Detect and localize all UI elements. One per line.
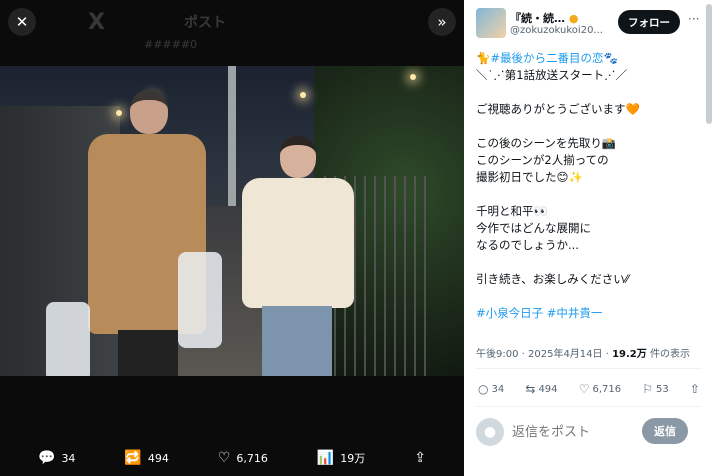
like-icon: ♡ <box>578 382 590 396</box>
reply-input[interactable] <box>512 422 642 442</box>
reply-composer: ● 返信 <box>476 414 702 450</box>
double-chevron-right-icon: » <box>437 13 447 31</box>
author-handle[interactable]: @zokuzokukoi20... <box>510 25 606 36</box>
post-line: ＼˙⋰第1話放送スタート⋰／ <box>476 68 628 82</box>
like-icon: ♡ <box>217 450 231 466</box>
user-avatar: ● <box>476 418 504 446</box>
media-viewer: X ポスト #####0 ✕ » 💬 34 🔁 494 ♡ 6,716 📊 19… <box>0 0 464 476</box>
close-button[interactable]: ✕ <box>8 8 36 36</box>
divider <box>476 406 702 407</box>
like-button[interactable]: ♡ 6,716 <box>579 382 621 396</box>
post-detail-panel: 『続・続… ● @zokuzokukoi20... フォロー ··· 🐈#最後か… <box>464 0 714 476</box>
post-line <box>476 118 704 135</box>
post-line: なるのでしょうか... <box>476 238 579 252</box>
media-share-button[interactable]: ⇪ <box>414 450 426 466</box>
reply-submit-button[interactable]: 返信 <box>642 418 688 444</box>
view-count: 19.2万 <box>612 349 647 360</box>
post-author: 『続・続… ● @zokuzokukoi20... フォロー ··· <box>476 8 702 42</box>
post-line: 今作ではどんな展開に <box>476 221 591 235</box>
reply-button[interactable]: ○ 34 <box>478 382 504 396</box>
photo-streetlight <box>300 92 306 98</box>
reply-count: 34 <box>61 451 76 465</box>
photo-woman-figure <box>238 136 358 376</box>
photo-pole <box>228 66 236 206</box>
post-timestamp[interactable]: 午後9:00 · 2025年4月14日 · <box>476 349 612 360</box>
background-post-header: X ポスト #####0 <box>88 6 388 66</box>
post-line: このシーンが2人揃っての <box>476 153 609 167</box>
author-name[interactable]: 『続・続… ● <box>510 10 578 26</box>
post-line <box>476 288 704 305</box>
post-line: この後のシーンを先取り📸 <box>476 136 617 150</box>
author-avatar[interactable] <box>476 8 506 38</box>
post-line: 千明と和平👀 <box>476 204 548 218</box>
bookmark-button[interactable]: ⚐ 53 <box>642 382 669 396</box>
photo-shopping-bag <box>46 302 90 376</box>
expand-panel-button[interactable]: » <box>428 8 456 36</box>
verified-badge-icon: ● <box>568 12 579 25</box>
retweet-icon: ⇆ <box>525 382 536 396</box>
post-line: 引き続き、お楽しみください⁄⁄ <box>476 272 629 286</box>
share-icon: ⇧ <box>689 382 700 396</box>
reply-icon: ○ <box>478 382 489 396</box>
post-line: 撮影初日でした😊✨ <box>476 170 583 184</box>
post-line <box>476 84 704 101</box>
media-retweet-button[interactable]: 🔁 494 <box>124 450 168 466</box>
background-subtitle: #####0 <box>144 38 198 51</box>
retweet-icon: 🔁 <box>124 450 142 466</box>
share-icon: ⇪ <box>414 450 426 466</box>
media-views-button[interactable]: 📊 19万 <box>317 450 365 466</box>
reply-icon: 💬 <box>38 450 56 466</box>
media-like-button[interactable]: ♡ 6,716 <box>218 450 268 466</box>
post-photo[interactable] <box>0 66 464 376</box>
post-line: ご視聴ありがとうございます🧡 <box>476 102 640 116</box>
bookmark-count: 53 <box>656 383 669 395</box>
more-options-icon[interactable]: ··· <box>688 12 699 26</box>
user-silhouette-icon: ● <box>483 424 497 440</box>
media-reply-button[interactable]: 💬 34 <box>38 450 75 466</box>
post-line: #小泉今日子 #中井貴一 <box>476 305 704 322</box>
divider <box>476 368 702 369</box>
views-icon: 📊 <box>316 450 335 466</box>
views-count: 19万 <box>340 452 366 465</box>
follow-button[interactable]: フォロー <box>618 10 680 34</box>
post-meta: 午後9:00 · 2025年4月14日 · 19.2万 件の表示 <box>476 349 690 360</box>
panel-scrollbar[interactable] <box>706 4 712 124</box>
bookmark-icon: ⚐ <box>642 382 654 396</box>
retweet-count: 494 <box>538 383 558 395</box>
like-count: 6,716 <box>236 451 268 465</box>
post-text: 🐈#最後から二番目の恋🐾 ＼˙⋰第1話放送スタート⋰／ ご視聴ありがとうございま… <box>476 50 704 322</box>
reply-count: 34 <box>491 383 505 395</box>
post-line <box>476 254 704 271</box>
retweet-button[interactable]: ⇆ 494 <box>525 382 557 396</box>
post-line: 🐈#最後から二番目の恋🐾 <box>476 51 618 65</box>
hashtag-link[interactable]: #最後から二番目の恋 <box>490 51 603 65</box>
media-action-bar: 💬 34 🔁 494 ♡ 6,716 📊 19万 ⇪ <box>0 440 464 476</box>
x-logo-icon: X <box>88 10 105 35</box>
retweet-count: 494 <box>147 451 169 465</box>
close-icon: ✕ <box>15 13 29 31</box>
media-view-page: X ポスト #####0 ✕ » 💬 34 🔁 494 ♡ 6,716 📊 19… <box>0 0 714 476</box>
photo-streetlight <box>410 74 416 80</box>
share-button[interactable]: ⇧ <box>690 382 700 396</box>
photo-shopping-bag <box>178 252 222 348</box>
post-stats-bar: ○ 34 ⇆ 494 ♡ 6,716 ⚐ 53 ⇧ <box>478 378 700 400</box>
post-line <box>476 186 704 203</box>
like-count: 6,716 <box>592 383 622 395</box>
background-title: ポスト <box>184 15 226 31</box>
hashtag-link[interactable]: #小泉今日子 #中井貴一 <box>476 306 602 320</box>
